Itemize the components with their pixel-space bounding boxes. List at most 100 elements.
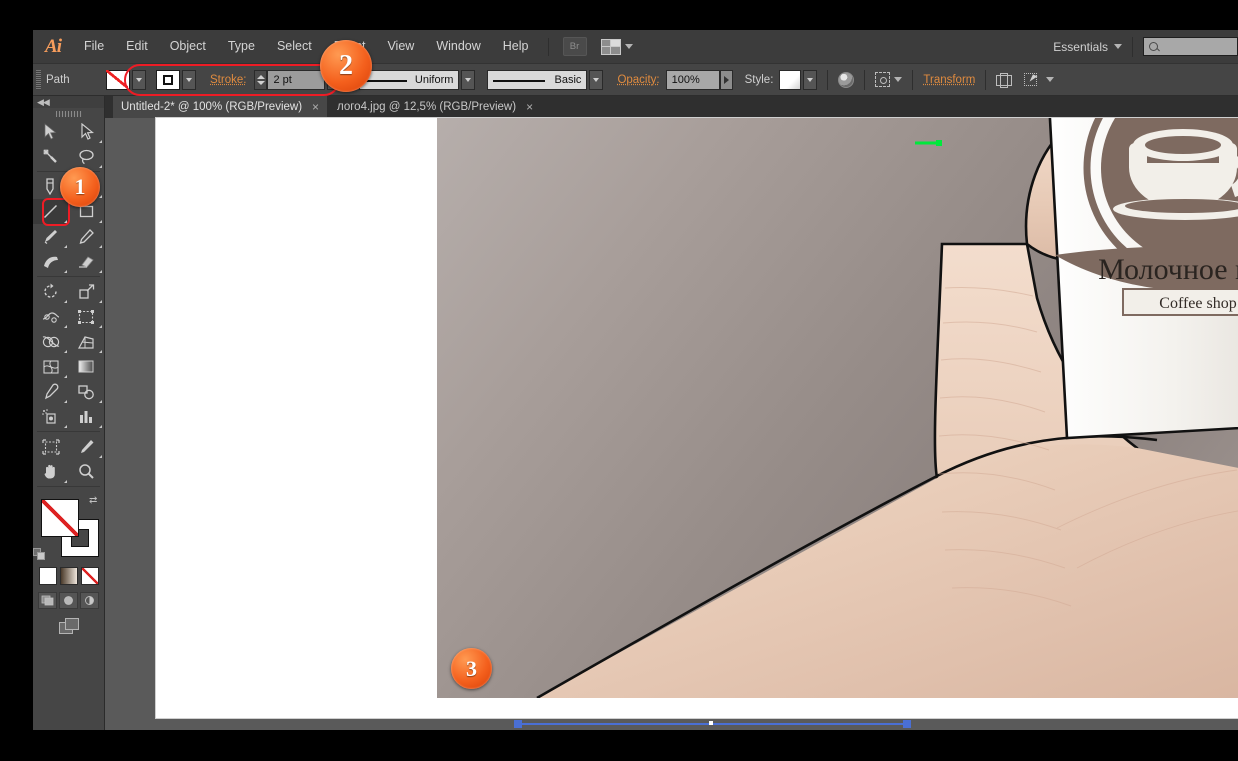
fill-color-swatch[interactable] bbox=[106, 69, 130, 90]
width-profile-dropdown[interactable] bbox=[461, 69, 476, 90]
rotate-tool[interactable] bbox=[33, 279, 69, 304]
line-segment-tool[interactable] bbox=[33, 199, 69, 224]
menu-file[interactable]: File bbox=[73, 30, 115, 63]
symbol-sprayer-tool[interactable] bbox=[33, 404, 69, 429]
stroke-weight-label[interactable]: Stroke: bbox=[210, 74, 246, 86]
artboard-tool[interactable] bbox=[33, 434, 69, 459]
menu-object[interactable]: Object bbox=[159, 30, 217, 63]
change-screen-mode-button[interactable] bbox=[33, 618, 104, 634]
gradient-swatch-button[interactable] bbox=[59, 567, 78, 585]
color-swatch-button[interactable] bbox=[38, 567, 57, 585]
opacity-input[interactable]: 100% bbox=[665, 69, 720, 90]
search-input[interactable] bbox=[1143, 37, 1238, 56]
menu-window[interactable]: Window bbox=[425, 30, 491, 63]
menu-divider bbox=[547, 37, 549, 56]
double-arrow-collapse-icon[interactable]: ◀◀ bbox=[37, 97, 50, 108]
tools-panel-header[interactable]: ◀◀ bbox=[33, 96, 104, 108]
menu-help[interactable]: Help bbox=[492, 30, 540, 63]
shape-builder-tool[interactable] bbox=[33, 329, 69, 354]
variable-width-profile-select[interactable]: Uniform bbox=[359, 69, 460, 90]
search-icon bbox=[1149, 42, 1158, 51]
color-controls: ⇄ bbox=[33, 495, 104, 563]
width-tool[interactable] bbox=[33, 304, 69, 329]
swap-fill-stroke-icon[interactable]: ⇄ bbox=[89, 495, 101, 507]
opacity-label[interactable]: Opacity: bbox=[617, 74, 659, 86]
gradient-tool[interactable] bbox=[69, 354, 105, 379]
draw-normal-button[interactable] bbox=[38, 592, 57, 609]
blob-brush-tool[interactable] bbox=[33, 249, 69, 274]
style-label: Style: bbox=[744, 73, 774, 86]
opacity-slider-button[interactable] bbox=[719, 69, 733, 90]
graphic-style-dropdown[interactable] bbox=[803, 69, 818, 90]
eraser-tool[interactable] bbox=[69, 249, 105, 274]
free-transform-tool[interactable] bbox=[69, 304, 105, 329]
paintbrush-tool[interactable] bbox=[33, 224, 69, 249]
isolate-selected-icon[interactable] bbox=[875, 72, 891, 87]
stroke-weight-stepper[interactable] bbox=[254, 69, 268, 90]
graphic-style-swatch[interactable] bbox=[779, 69, 802, 90]
control-bar-grip[interactable] bbox=[36, 69, 41, 90]
blend-tool[interactable] bbox=[69, 379, 105, 404]
menu-type[interactable]: Type bbox=[217, 30, 266, 63]
fill-swatch-dropdown[interactable] bbox=[132, 69, 146, 90]
chevron-down-icon bbox=[624, 44, 633, 49]
hand-tool[interactable] bbox=[33, 459, 69, 484]
menu-edit[interactable]: Edit bbox=[115, 30, 159, 63]
column-graph-tool[interactable] bbox=[69, 404, 105, 429]
distribute-icon[interactable] bbox=[1024, 72, 1041, 87]
align-icon[interactable] bbox=[996, 72, 1013, 88]
workspace-switcher[interactable]: Essentials bbox=[1053, 40, 1108, 54]
placed-photo[interactable]: Молочное кофе Coffee shop bbox=[437, 118, 1238, 698]
bridge-button[interactable]: Br bbox=[562, 37, 587, 56]
eyedropper-tool[interactable] bbox=[33, 379, 69, 404]
stroke-weight-input[interactable]: 2 pt bbox=[267, 69, 326, 90]
isolate-chevron-icon[interactable] bbox=[894, 77, 903, 82]
stroke-swatch-dropdown[interactable] bbox=[182, 69, 196, 90]
perspective-grid-tool[interactable] bbox=[69, 329, 105, 354]
magic-wand-tool[interactable] bbox=[33, 144, 69, 169]
document-canvas-area[interactable]: Молочное кофе Coffee shop bbox=[105, 118, 1238, 730]
scale-tool[interactable] bbox=[69, 279, 105, 304]
fill-color-well[interactable] bbox=[41, 499, 79, 537]
workspace-chevron-icon[interactable] bbox=[1114, 44, 1122, 49]
toolbar-divider bbox=[1132, 36, 1133, 57]
menu-view[interactable]: View bbox=[376, 30, 425, 63]
stroke-color-swatch[interactable] bbox=[156, 69, 180, 90]
draw-behind-button[interactable] bbox=[59, 592, 78, 609]
logo-brand-title: Молочное кофе bbox=[1098, 253, 1238, 286]
opacity-mask-icon[interactable] bbox=[838, 71, 855, 88]
brush-definition-dropdown[interactable] bbox=[589, 69, 604, 90]
path-anchor-start bbox=[514, 720, 522, 728]
pencil-tool[interactable] bbox=[69, 224, 105, 249]
slice-tool[interactable] bbox=[69, 434, 105, 459]
tools-panel-grip[interactable] bbox=[33, 108, 104, 119]
tab-untitled-2[interactable]: Untitled-2* @ 100% (RGB/Preview) × bbox=[113, 96, 328, 118]
tab-close-icon[interactable]: × bbox=[526, 100, 533, 114]
lasso-tool[interactable] bbox=[69, 144, 105, 169]
transform-link[interactable]: Transform bbox=[923, 74, 975, 86]
zoom-tool[interactable] bbox=[69, 459, 105, 484]
default-fill-stroke-icon[interactable] bbox=[33, 548, 46, 561]
none-swatch-button[interactable] bbox=[80, 567, 99, 585]
draw-inside-button[interactable] bbox=[80, 592, 99, 609]
document-tab-bar: Untitled-2* @ 100% (RGB/Preview) × лого4… bbox=[33, 96, 1238, 118]
arrange-documents-button[interactable] bbox=[600, 38, 633, 55]
tab-label: лого4.jpg @ 12,5% (RGB/Preview) bbox=[337, 101, 517, 113]
tab-logo4-jpg[interactable]: лого4.jpg @ 12,5% (RGB/Preview) × bbox=[329, 96, 541, 118]
direct-selection-tool[interactable] bbox=[69, 119, 105, 144]
step-marker-1: 1 bbox=[60, 167, 100, 207]
ctrl-divider-2 bbox=[864, 69, 866, 90]
drawing-mode-buttons bbox=[33, 592, 104, 609]
step-marker-2: 2 bbox=[320, 40, 372, 92]
menu-select[interactable]: Select bbox=[266, 30, 323, 63]
mesh-tool[interactable] bbox=[33, 354, 69, 379]
artboard[interactable]: Молочное кофе Coffee shop bbox=[156, 118, 1238, 718]
menu-bar: Ai File Edit Object Type Select Effect V… bbox=[33, 30, 1238, 63]
selection-tool[interactable] bbox=[33, 119, 69, 144]
tab-close-icon[interactable]: × bbox=[312, 100, 319, 114]
step-marker-3: 3 bbox=[451, 648, 492, 689]
ctrl-divider-3 bbox=[912, 69, 914, 90]
ctrl-divider-4 bbox=[985, 69, 987, 90]
brush-definition-select[interactable]: Basic bbox=[487, 69, 588, 90]
distribute-chevron-icon[interactable] bbox=[1046, 77, 1055, 82]
